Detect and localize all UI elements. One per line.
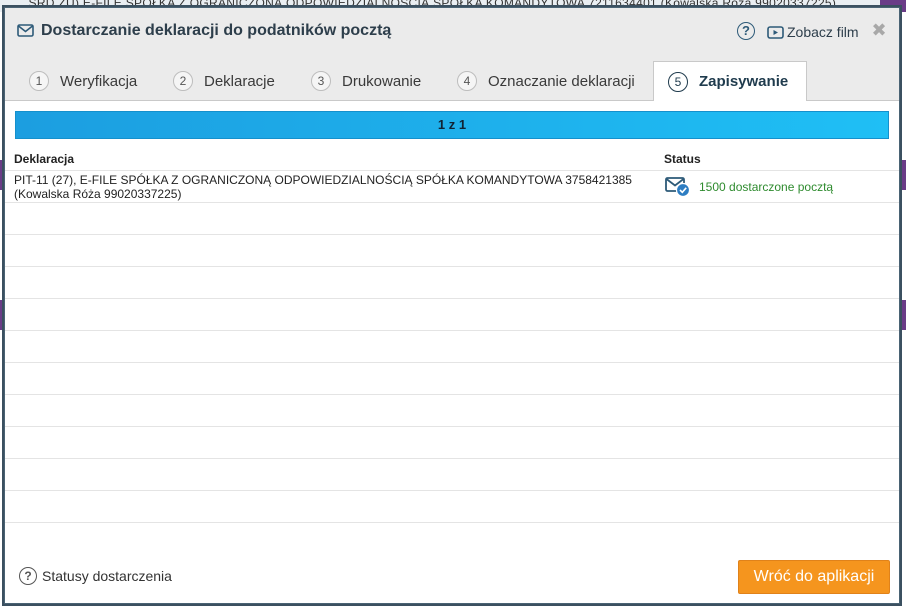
- declaration-cell: PIT-11 (27), E-FILE SPÓŁKA Z OGRANICZONĄ…: [14, 173, 654, 201]
- tab-zapisywanie[interactable]: 5 Zapisywanie: [653, 61, 808, 101]
- mail-delivered-icon: [665, 177, 691, 198]
- tab-label: Drukowanie: [342, 72, 422, 90]
- tab-deklaracje[interactable]: 2 Deklaracje: [173, 62, 275, 100]
- tab-oznaczanie-deklaracji[interactable]: 4 Oznaczanie deklaracji: [457, 62, 635, 100]
- table-row-empty: [5, 458, 899, 490]
- tab-weryfikacja[interactable]: 1 Weryfikacja: [29, 62, 137, 100]
- tab-label: Oznaczanie deklaracji: [488, 72, 635, 90]
- table-row-empty: [5, 330, 899, 362]
- declaration-person: (Kowalska Róża 99020337225): [14, 187, 182, 201]
- envelope-icon: [17, 24, 34, 37]
- tab-label: Deklaracje: [204, 72, 275, 90]
- watch-film-button[interactable]: Zobacz film: [767, 23, 859, 41]
- table-row-empty: [5, 490, 899, 522]
- dialog-title: Dostarczanie deklaracji do podatników po…: [41, 22, 392, 39]
- tab-label: Zapisywanie: [699, 73, 789, 90]
- tab-drukowanie[interactable]: 3 Drukowanie: [311, 62, 421, 100]
- step-number: 2: [173, 71, 193, 91]
- wizard-steps: 1 Weryfikacja 2 Deklaracje 3 Drukowanie …: [5, 55, 899, 101]
- column-header-status: Status: [664, 152, 701, 166]
- step-number: 3: [311, 71, 331, 91]
- tab-label: Weryfikacja: [60, 72, 138, 90]
- delivery-statuses-label: Statusy dostarczenia: [42, 568, 172, 584]
- table-row-empty: [5, 362, 899, 394]
- close-icon[interactable]: ✖: [870, 21, 888, 39]
- table-row-empty: [5, 202, 899, 234]
- declarations-table: PIT-11 (27), E-FILE SPÓŁKA Z OGRANICZONĄ…: [5, 170, 899, 523]
- status-text: 1500 dostarczone pocztą: [699, 180, 834, 194]
- progress-bar: 1 z 1: [15, 111, 889, 139]
- back-to-app-button[interactable]: Wróć do aplikacji: [738, 560, 890, 594]
- watch-film-label: Zobacz film: [787, 24, 859, 40]
- declaration-text: PIT-11 (27), E-FILE SPÓŁKA Z OGRANICZONĄ…: [14, 173, 632, 187]
- table-bottom-border: [5, 522, 899, 523]
- table-row-empty: [5, 234, 899, 266]
- video-icon: [767, 25, 784, 39]
- delivery-dialog: Dostarczanie deklaracji do podatników po…: [4, 7, 900, 604]
- background-right-accent: [902, 300, 906, 330]
- table-row[interactable]: PIT-11 (27), E-FILE SPÓŁKA Z OGRANICZONĄ…: [5, 170, 899, 202]
- table-row-empty: [5, 394, 899, 426]
- table-row-empty: [5, 298, 899, 330]
- step-number: 5: [668, 71, 688, 92]
- help-icon[interactable]: ?: [737, 22, 755, 40]
- step-number: 4: [457, 71, 477, 91]
- background-right-accent: [902, 160, 906, 190]
- column-header-declaration: Deklaracja: [14, 152, 75, 166]
- status-cell: 1500 dostarczone pocztą: [665, 176, 833, 198]
- question-icon: ?: [19, 567, 37, 585]
- step-number: 1: [29, 71, 49, 91]
- delivery-statuses-link[interactable]: ? Statusy dostarczenia: [19, 567, 172, 585]
- dialog-header: Dostarczanie deklaracji do podatników po…: [5, 8, 899, 55]
- table-row-empty: [5, 266, 899, 298]
- table-row-empty: [5, 426, 899, 458]
